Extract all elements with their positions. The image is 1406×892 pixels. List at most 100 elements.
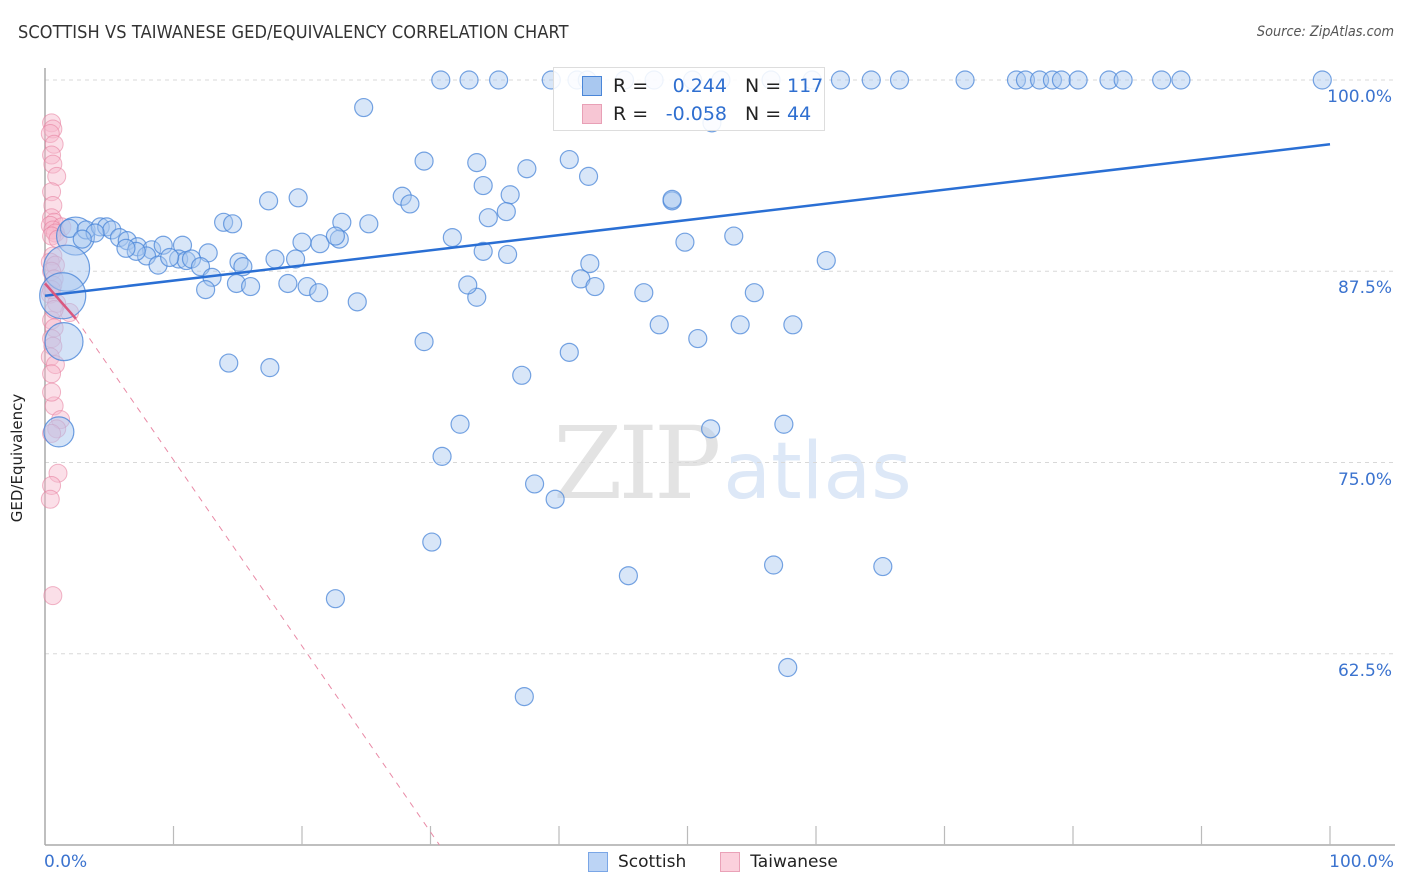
scottish-point <box>116 238 136 258</box>
scottish-point <box>1152 70 1172 90</box>
scottish-point <box>72 229 92 249</box>
series-legend: Scottish Taiwanese <box>588 852 872 872</box>
scottish-point <box>730 315 750 335</box>
scottish-point <box>889 70 910 90</box>
scottish-point <box>1171 70 1191 90</box>
scottish-point <box>514 686 534 707</box>
r-label: R = <box>613 103 649 125</box>
scottish-point <box>473 175 493 196</box>
scottish-point <box>496 201 516 222</box>
scottish-point <box>478 208 498 228</box>
taiwanese-point <box>42 382 62 402</box>
scottish-point <box>649 315 669 335</box>
scottish-point <box>288 188 308 208</box>
scottish-point <box>292 232 312 252</box>
scottish-point <box>489 70 509 90</box>
scottish-point <box>325 226 346 246</box>
scottish-point <box>724 226 744 246</box>
scatter-plot <box>39 68 1395 846</box>
taiwanese-point <box>42 364 62 384</box>
scottish-point <box>278 273 298 294</box>
scottish-swatch <box>582 76 602 96</box>
y-tick-label: 62.5% <box>1337 660 1392 681</box>
correlation-legend: R = 0.244 N = 117 R = -0.058 N = 44 <box>553 67 825 131</box>
r-value: -0.058 <box>665 103 727 125</box>
scottish-point-large <box>43 416 75 448</box>
scottish-point <box>662 189 682 209</box>
scottish-point <box>1051 70 1072 90</box>
scottish-point <box>309 283 329 303</box>
x-tick-label-min: 0.0% <box>44 852 88 872</box>
scottish-point <box>414 332 434 352</box>
scottish-point <box>873 556 893 577</box>
taiwanese-legend-swatch <box>720 852 741 872</box>
scottish-point <box>500 185 520 205</box>
scottish-point <box>160 247 180 268</box>
legend-label-scottish: Scottish <box>618 852 687 872</box>
scottish-point <box>701 419 721 439</box>
scottish-point <box>498 244 518 265</box>
y-tick-label: 100.0% <box>1327 87 1392 107</box>
scottish-point <box>783 315 803 335</box>
scottish-point <box>512 365 532 385</box>
scottish-point <box>359 214 379 234</box>
scottish-point <box>442 227 462 248</box>
scottish-point <box>774 414 794 434</box>
legend-row-scottish: R = 0.244 N = 117 <box>582 74 823 98</box>
scottish-point <box>830 70 851 90</box>
scottish-point <box>400 194 420 214</box>
scottish-point <box>524 474 545 494</box>
y-axis-label: GED/Equivalency <box>8 393 26 523</box>
scottish-point <box>861 70 881 90</box>
scottish-point <box>431 70 451 90</box>
scottish-point <box>559 342 579 362</box>
legend-item-taiwanese[interactable]: Taiwanese <box>720 852 838 872</box>
scottish-point <box>265 249 285 269</box>
scottish-point <box>578 166 599 186</box>
legend-label-taiwanese: Taiwanese <box>750 852 838 872</box>
scottish-point <box>260 358 280 378</box>
legend-item-scottish[interactable]: Scottish <box>588 852 686 872</box>
scottish-point <box>585 276 605 297</box>
scottish-point <box>559 149 579 170</box>
scottish-point <box>459 70 479 90</box>
scottish-point <box>432 446 452 466</box>
axes <box>44 68 1395 846</box>
scottish-point <box>223 214 243 234</box>
r-value: 0.244 <box>672 75 727 97</box>
taiwanese-trend-extension <box>75 318 440 846</box>
scottish-point <box>347 292 367 312</box>
scottish-point <box>450 414 470 434</box>
r-label: R = <box>613 75 649 97</box>
scottish-point <box>744 283 764 303</box>
scottish-point <box>955 70 975 90</box>
scottish-point <box>545 489 565 509</box>
scottish-point <box>634 283 654 303</box>
scottish-point <box>1068 70 1088 90</box>
scottish-point <box>219 353 239 373</box>
scottish-point-large <box>44 322 84 362</box>
scottish-point <box>467 153 487 173</box>
scottish-point <box>325 589 346 609</box>
scottish-point <box>517 159 537 179</box>
y-tick-label: 75.0% <box>1337 469 1392 490</box>
scottish-legend-swatch <box>588 852 608 872</box>
scottish-point <box>258 191 279 211</box>
taiwanese-point <box>40 489 60 509</box>
scottish-point <box>1113 70 1133 90</box>
scottish-point <box>675 232 695 252</box>
scottish-point <box>414 151 434 171</box>
scottish-point <box>354 97 374 118</box>
n-value: 44 <box>787 103 812 125</box>
scottish-point <box>458 275 478 295</box>
n-value: 117 <box>787 75 824 97</box>
scottish-point <box>763 555 784 575</box>
scottish-point <box>241 276 261 297</box>
x-tick-label-max: 100.0% <box>1329 852 1394 872</box>
n-label: N = <box>745 103 782 125</box>
taiwanese-point <box>43 586 63 606</box>
scottish-point <box>816 250 836 271</box>
legend-row-taiwanese: R = -0.058 N = 44 <box>582 102 811 126</box>
scottish-point <box>618 566 638 586</box>
y-tick-label: 87.5% <box>1337 278 1392 299</box>
